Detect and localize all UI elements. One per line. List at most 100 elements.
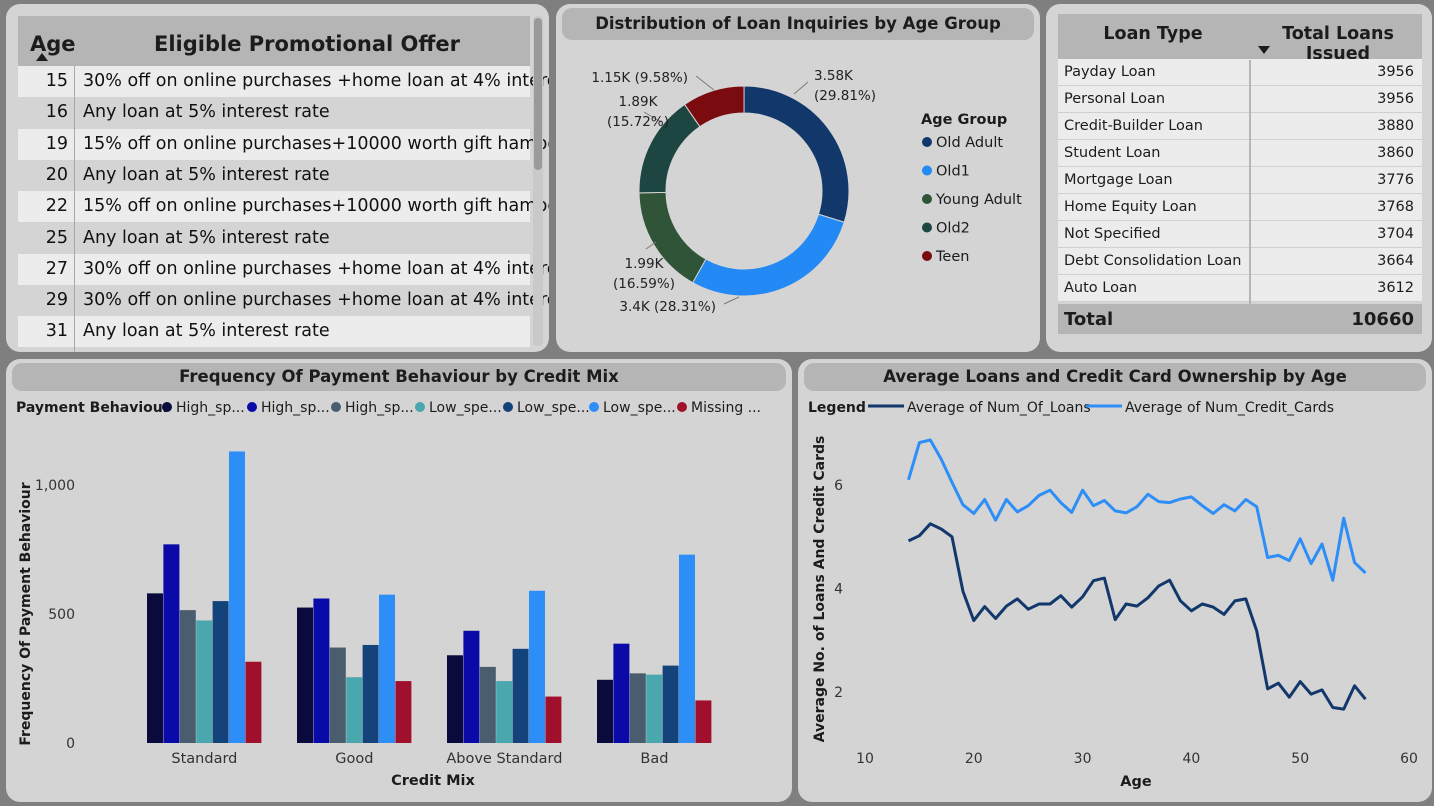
x-tick-label: 10 [856,751,874,767]
slice-value-label: 1.15K [591,70,631,86]
column-divider [74,66,75,352]
bar[interactable] [463,630,480,743]
total-loans-column-header[interactable]: Total Loans Issued [1254,24,1422,64]
age-cell: 20 [45,164,68,185]
bar[interactable] [163,544,180,743]
bar[interactable] [329,647,346,743]
bar[interactable] [447,655,463,743]
loan-inquiries-donut-panel: Distribution of Loan Inquiries by Age Gr… [556,4,1040,352]
bar[interactable] [529,590,545,743]
legend-item[interactable]: High_sp... [345,400,414,416]
bar[interactable] [597,679,613,743]
legend-item[interactable]: Low_spe... [517,400,590,416]
table-row[interactable]: Student Loan 3860 [1058,140,1422,167]
bar[interactable] [313,598,330,743]
offer-column-header[interactable]: Eligible Promotional Offer [84,32,530,56]
table-row[interactable]: 20 Any loan at 5% interest rate [18,160,530,191]
table-row[interactable]: Credit-Builder Loan 3880 [1058,113,1422,140]
age-cell: 27 [45,258,68,279]
bar[interactable] [545,696,562,743]
y-tick-label: 2 [834,685,843,701]
bar-legend-title: Payment Behaviour [16,400,170,416]
bar[interactable] [679,554,695,743]
promo-table-header: Age Eligible Promotional Offer [18,16,530,66]
x-tick-label: 20 [965,751,983,767]
offer-cell: Any loan at 5% interest rate [83,227,330,248]
bar[interactable] [629,673,646,743]
promo-table-scrollbar[interactable] [533,16,543,346]
bar[interactable] [229,451,245,743]
loan-type-column-header[interactable]: Loan Type [1058,24,1248,44]
series-line[interactable] [907,522,1367,711]
loan-total-cell: 3704 [1377,226,1414,242]
bar[interactable] [646,674,663,743]
bar[interactable] [196,620,213,743]
table-row[interactable]: Auto Loan 3612 [1058,275,1422,302]
legend-item[interactable]: Average of Num_Credit_Cards [1125,400,1334,416]
x-tick-label: 30 [1074,751,1092,767]
bar[interactable] [245,661,262,743]
legend-marker [922,165,932,176]
bar[interactable] [362,644,379,743]
slice-value-label: 3.4K [619,299,650,315]
sort-ascending-icon[interactable] [36,53,48,61]
legend-marker [922,137,932,147]
bar[interactable] [179,610,196,743]
offer-cell: Any loan at 5% interest rate [83,164,330,185]
age-cell: 31 [45,321,68,342]
legend-item[interactable]: Teen [935,249,969,265]
loan-type-cell: Debt Consolidation Loan [1064,253,1242,269]
bar[interactable] [212,601,229,743]
table-row[interactable]: Debt Consolidation Loan 3664 [1058,248,1422,275]
legend-item[interactable]: High_sp... [176,400,245,416]
donut-slice[interactable] [743,85,850,223]
legend-item[interactable]: Old Adult [936,135,1003,151]
loan-total-cell: 3664 [1377,253,1414,269]
table-row[interactable]: 15 30% off on online purchases +home loan… [18,66,549,97]
slice-value-label: 1.89K [619,94,659,110]
bar[interactable] [695,700,712,743]
table-row[interactable]: Personal Loan 3956 [1058,86,1422,113]
bar[interactable] [147,593,163,743]
bar[interactable] [613,643,630,743]
scrollbar-thumb[interactable] [534,18,542,170]
table-row[interactable]: Not Specified 3704 [1058,221,1422,248]
loan-total-cell: 3612 [1377,280,1414,296]
bar[interactable] [512,648,529,743]
donut-slice[interactable] [692,213,845,297]
table-row[interactable]: Payday Loan 3956 [1058,59,1422,86]
table-row[interactable]: 29 30% off on online purchases +home loan… [18,285,549,316]
x-axis-label: Credit Mix [391,773,475,789]
legend-item[interactable]: Young Adult [935,192,1022,208]
legend-item[interactable]: Old1 [936,164,970,180]
bar[interactable] [479,666,496,743]
legend-item[interactable]: Low_spe... [429,400,502,416]
table-row[interactable]: 31 Any loan at 5% interest rate [18,316,530,348]
y-tick-label: 1,000 [35,478,75,494]
bar[interactable] [297,607,313,743]
bar[interactable] [395,681,412,743]
legend-item[interactable]: Old2 [936,221,970,237]
table-row[interactable]: 19 15% off on online purchases+10000 wort… [18,128,549,160]
bar[interactable] [496,681,513,743]
table-row[interactable]: Mortgage Loan 3776 [1058,167,1422,194]
legend-item[interactable]: High_sp... [261,400,330,416]
bar[interactable] [379,594,395,743]
age-cell: 19 [45,133,68,154]
table-row[interactable]: 25 Any loan at 5% interest rate [18,223,530,254]
leader-line [723,296,740,305]
legend-item[interactable]: Low_spe... [603,400,676,416]
table-row[interactable]: 22 15% off on online purchases+10000 wort… [18,191,549,223]
legend-item[interactable]: Missing ... [691,400,761,416]
bar[interactable] [662,665,679,743]
sort-descending-icon[interactable] [1258,46,1270,54]
legend-item[interactable]: Average of Num_Of_Loans [907,400,1091,416]
bar[interactable] [346,677,363,743]
series-line[interactable] [907,438,1367,582]
legend-marker [922,251,932,261]
table-row[interactable]: 27 30% off on online purchases +home loan… [18,253,549,285]
y-axis-label: Frequency Of Payment Behaviour [18,482,34,745]
table-row[interactable]: Home Equity Loan 3768 [1058,194,1422,221]
table-row[interactable]: 16 Any loan at 5% interest rate [18,97,530,128]
legend-marker [247,402,257,412]
